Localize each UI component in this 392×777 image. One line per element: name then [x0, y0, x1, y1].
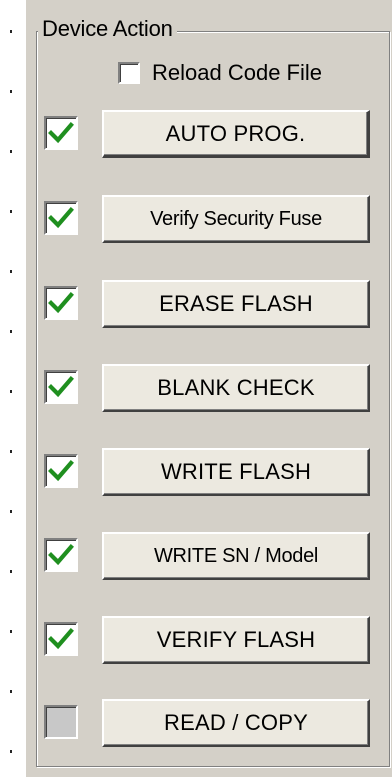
verify-security-fuse-button[interactable]: Verify Security Fuse	[102, 195, 370, 243]
read-copy-checkbox[interactable]	[44, 705, 78, 739]
checkmark-icon	[48, 122, 74, 144]
action-row-auto-prog: AUTO PROG.	[42, 110, 382, 158]
checkmark-icon	[48, 460, 74, 482]
action-row-write-flash: WRITE FLASH	[42, 448, 382, 496]
verify-flash-checkbox[interactable]	[44, 622, 78, 656]
erase-flash-checkbox[interactable]	[44, 286, 78, 320]
checkmark-icon	[48, 292, 74, 314]
checkmark-icon	[48, 376, 74, 398]
action-row-blank-check: BLANK CHECK	[42, 364, 382, 412]
write-flash-checkbox[interactable]	[44, 454, 78, 488]
action-row-read-copy: READ / COPY	[42, 699, 382, 747]
verify-flash-button[interactable]: VERIFY FLASH	[102, 616, 370, 664]
action-row-erase-flash: ERASE FLASH	[42, 280, 382, 328]
checkmark-icon	[48, 207, 74, 229]
blank-check-checkbox[interactable]	[44, 370, 78, 404]
action-row-write-sn-model: WRITE SN / Model	[42, 532, 382, 580]
left-edge-strip	[0, 0, 26, 777]
checkmark-icon	[48, 628, 74, 650]
action-row-verify-flash: VERIFY FLASH	[42, 616, 382, 664]
read-copy-button[interactable]: READ / COPY	[102, 699, 370, 747]
device-action-panel: Device Action Reload Code File AUTO PROG…	[26, 0, 392, 777]
auto-prog-checkbox[interactable]	[44, 116, 78, 150]
auto-prog-button[interactable]: AUTO PROG.	[102, 110, 370, 158]
reload-checkbox-box[interactable]	[118, 62, 140, 84]
group-title: Device Action	[38, 15, 177, 43]
dotted-separator	[10, 0, 12, 777]
blank-check-button[interactable]: BLANK CHECK	[102, 364, 370, 412]
write-flash-button[interactable]: WRITE FLASH	[102, 448, 370, 496]
write-sn-model-button[interactable]: WRITE SN / Model	[102, 532, 370, 580]
action-row-verify-security-fuse: Verify Security Fuse	[42, 195, 382, 243]
verify-security-fuse-checkbox[interactable]	[44, 201, 78, 235]
reload-checkbox-label: Reload Code File	[152, 60, 322, 85]
write-sn-model-checkbox[interactable]	[44, 538, 78, 572]
reload-code-file-checkbox[interactable]: Reload Code File	[118, 60, 322, 86]
erase-flash-button[interactable]: ERASE FLASH	[102, 280, 370, 328]
checkmark-icon	[48, 544, 74, 566]
